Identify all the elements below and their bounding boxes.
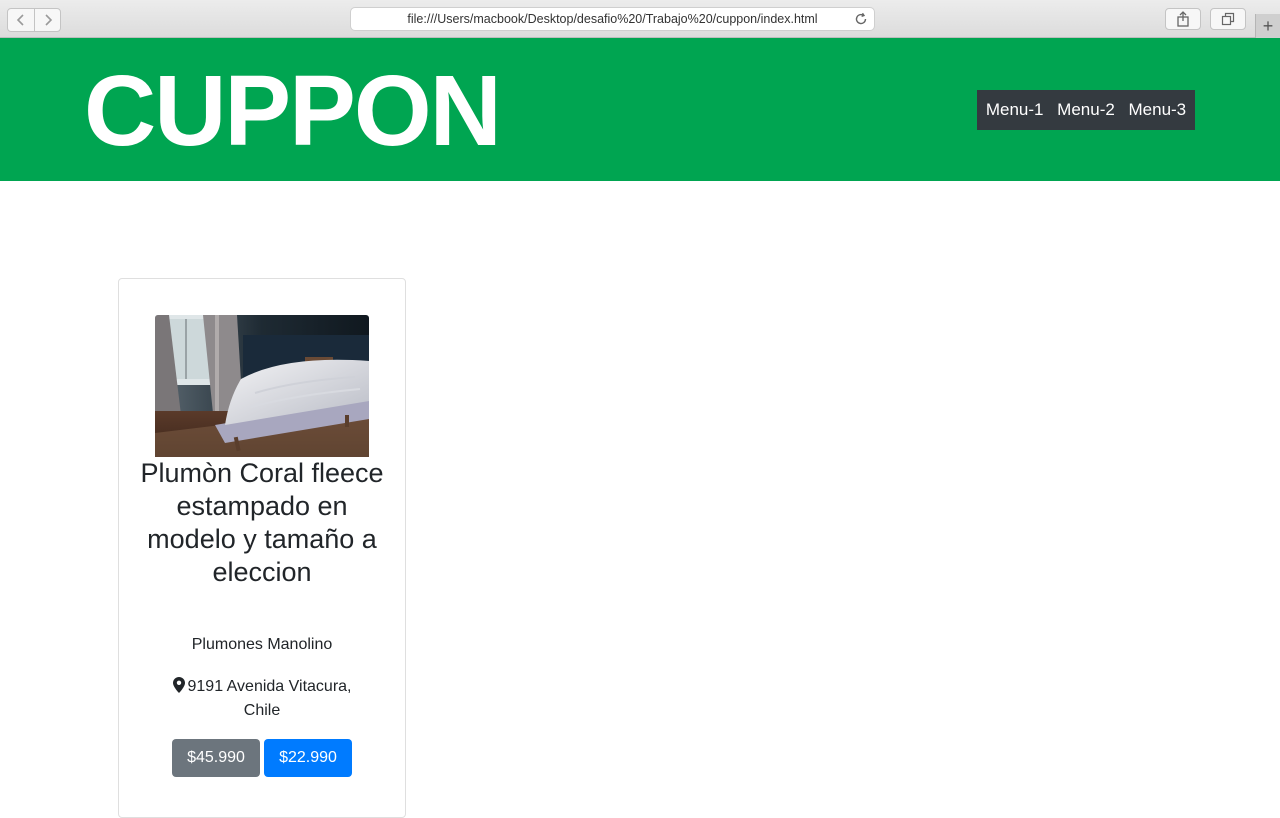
browser-toolbar: file:///Users/macbook/Desktop/desafio%20…	[0, 0, 1280, 38]
chevron-left-icon	[16, 14, 24, 26]
tabs-icon	[1221, 12, 1235, 26]
share-icon	[1177, 11, 1189, 27]
product-title: Plumòn Coral fleece estampado en modelo …	[140, 458, 384, 587]
site-header: CUPPON Menu-1 Menu-2 Menu-3	[0, 38, 1280, 181]
new-price-button[interactable]: $22.990	[264, 739, 352, 777]
bedroom-photo	[155, 315, 369, 457]
navigation-buttons	[7, 8, 61, 32]
share-button[interactable]	[1165, 8, 1201, 30]
back-button[interactable]	[8, 9, 34, 31]
reload-icon[interactable]	[853, 11, 869, 27]
menu-item-3[interactable]: Menu-3	[1129, 100, 1187, 120]
site-logo[interactable]: CUPPON	[84, 56, 502, 166]
forward-button[interactable]	[34, 9, 60, 31]
main-menu: Menu-1 Menu-2 Menu-3	[977, 90, 1195, 130]
old-price-button[interactable]: $45.990	[172, 739, 260, 777]
address-bar[interactable]: file:///Users/macbook/Desktop/desafio%20…	[350, 7, 875, 31]
new-tab-button[interactable]: +	[1255, 14, 1280, 38]
product-card: Plumòn Coral fleece estampado en modelo …	[118, 278, 406, 818]
tabs-overview-button[interactable]	[1210, 8, 1246, 30]
url-text: file:///Users/macbook/Desktop/desafio%20…	[407, 12, 818, 26]
product-image[interactable]	[155, 315, 369, 457]
chevron-right-icon	[44, 14, 52, 26]
menu-item-1[interactable]: Menu-1	[986, 100, 1044, 120]
menu-item-2[interactable]: Menu-2	[1057, 100, 1115, 120]
product-vendor: Plumones Manolino	[191, 636, 333, 653]
product-address: 9191 Avenida Vitacura, Chile	[159, 675, 365, 723]
map-marker-icon	[172, 677, 185, 693]
address-text: 9191 Avenida Vitacura, Chile	[187, 678, 352, 719]
